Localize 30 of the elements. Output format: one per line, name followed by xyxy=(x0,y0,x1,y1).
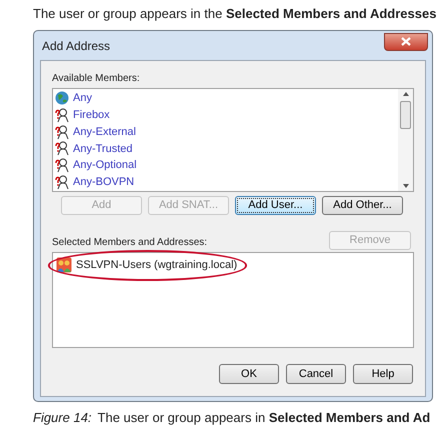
intro-text: The user or group appears in the Selected Members and Addresses xyxy=(33,5,436,23)
window-title: Add Address xyxy=(42,38,110,54)
member-item[interactable]: Any xyxy=(55,90,398,107)
selected-member-item[interactable]: SSLVPN-Users (wgtraining.local) xyxy=(56,257,238,274)
user-group-icon xyxy=(56,257,72,274)
dialog-button[interactable]: OK xyxy=(219,364,279,384)
member-item[interactable]: Any-Optional xyxy=(55,157,398,174)
selected-members-label: Selected Members and Addresses: xyxy=(52,236,208,250)
dialog-button[interactable]: Help xyxy=(353,364,413,384)
person-question-icon xyxy=(55,108,69,123)
dialog-button[interactable]: Cancel xyxy=(286,364,346,384)
scroll-down-icon xyxy=(402,184,408,188)
scrollbar-thumb[interactable] xyxy=(400,101,411,129)
close-button[interactable] xyxy=(384,32,428,50)
close-icon xyxy=(401,37,411,46)
member-item[interactable]: Firebox xyxy=(55,106,398,124)
figure-caption: The user or group appears in Selected Members and Ad xyxy=(98,409,430,427)
member-item[interactable]: Any-Trusted xyxy=(55,140,398,158)
globe-icon xyxy=(55,91,69,106)
add-button[interactable]: Add User... xyxy=(235,196,316,215)
scroll-up-icon xyxy=(402,92,408,96)
person-question-icon xyxy=(55,158,69,174)
scrollbar[interactable] xyxy=(398,89,413,191)
figure-label: Figure 14: xyxy=(33,409,92,427)
add-button[interactable]: Add Other... xyxy=(322,196,403,215)
member-item[interactable]: Any-BOVPN xyxy=(55,174,398,191)
person-question-icon xyxy=(55,124,69,140)
person-question-icon xyxy=(55,141,69,156)
member-item[interactable]: Any-External xyxy=(55,124,398,140)
available-members-label: Available Members: xyxy=(52,72,141,86)
